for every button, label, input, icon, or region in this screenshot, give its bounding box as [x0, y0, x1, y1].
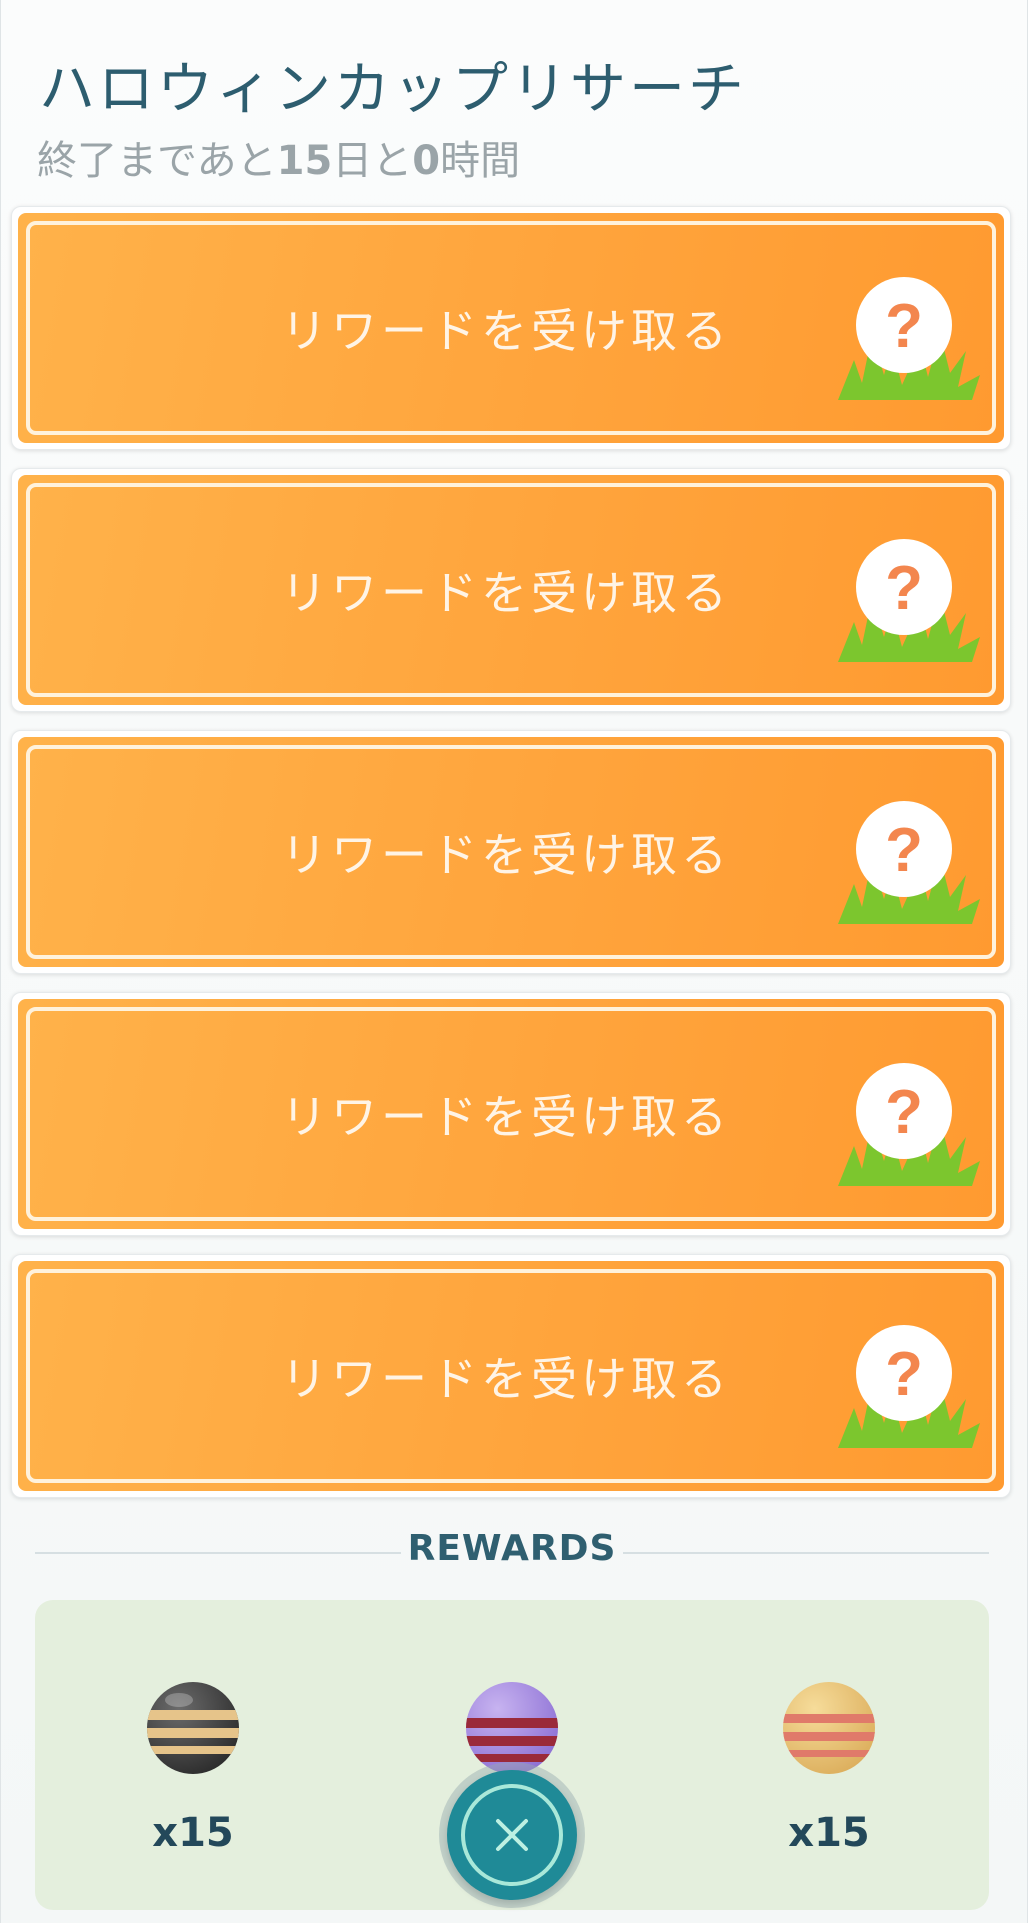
mystery-encounter-icon: ?	[838, 1325, 980, 1448]
dark-striped-candy-icon	[147, 1682, 239, 1774]
page-title: ハロウィンカップリサーチ	[39, 57, 747, 122]
mystery-encounter-icon: ?	[838, 539, 980, 662]
reward-item: x15	[93, 1680, 293, 1856]
yellow-striped-candy-icon	[783, 1682, 875, 1774]
task-list: リワードを受け取る ? リワードを受け取る ? リワードを受け取る ? リワード…	[11, 206, 1011, 1516]
task-claim-reward-5[interactable]: リワードを受け取る ?	[11, 1254, 1011, 1498]
task-claim-reward-1[interactable]: リワードを受け取る ?	[11, 206, 1011, 450]
svg-text:?: ?	[885, 1340, 923, 1409]
task-claim-reward-2[interactable]: リワードを受け取る ?	[11, 468, 1011, 712]
mystery-encounter-icon: ?	[838, 1063, 980, 1186]
mystery-encounter-icon: ?	[838, 277, 980, 400]
task-claim-reward-4[interactable]: リワードを受け取る ?	[11, 992, 1011, 1236]
rewards-heading: REWARDS	[35, 1528, 989, 1580]
svg-text:?: ?	[885, 292, 923, 361]
time-remaining: 終了まであと15日と0時間	[37, 138, 521, 184]
reward-quantity: x15	[788, 1810, 870, 1856]
reward-quantity: x15	[152, 1810, 234, 1856]
task-claim-reward-3[interactable]: リワードを受け取る ?	[11, 730, 1011, 974]
close-button[interactable]	[447, 1770, 577, 1900]
reward-item: x15	[729, 1680, 929, 1856]
svg-text:?: ?	[885, 554, 923, 623]
mystery-encounter-icon: ?	[838, 801, 980, 924]
svg-text:?: ?	[885, 1078, 923, 1147]
research-panel: ハロウィンカップリサーチ 終了まであと15日と0時間 リワードを受け取る ? リ…	[0, 0, 1028, 1923]
purple-striped-candy-icon	[466, 1682, 558, 1774]
rewards-heading-label: REWARDS	[407, 1528, 617, 1569]
svg-text:?: ?	[885, 816, 923, 885]
